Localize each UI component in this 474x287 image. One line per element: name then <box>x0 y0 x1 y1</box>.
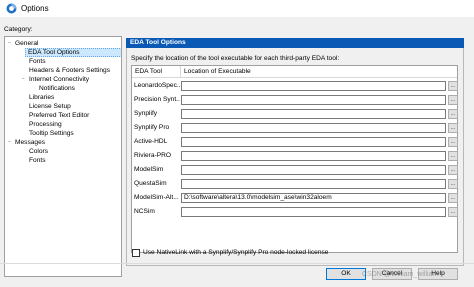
executable-path-input[interactable]: D:\software\altera\13.0\modelsim_ase\win… <box>181 193 446 203</box>
column-header-eda-tool: EDA Tool <box>132 66 181 78</box>
tree-item-internet-connectivity[interactable]: Internet Connectivity <box>27 75 91 84</box>
executable-path-input[interactable] <box>181 95 446 105</box>
executable-path-input[interactable] <box>181 137 446 147</box>
browse-button[interactable]: ... <box>448 95 458 105</box>
executable-path-input[interactable] <box>181 207 446 217</box>
executable-path-input[interactable] <box>181 123 446 133</box>
tree-item-eda-tool-options[interactable]: EDA Tool Options <box>25 48 121 57</box>
browse-button[interactable]: ... <box>448 193 458 203</box>
browse-button[interactable]: ... <box>448 165 458 175</box>
tree-item-preferred-text-editor[interactable]: Preferred Text Editor <box>27 111 91 120</box>
watermark: CSDN @William_william <box>362 271 439 278</box>
app-icon <box>6 3 17 14</box>
executable-path-input[interactable] <box>181 165 446 175</box>
nativelink-checkbox[interactable] <box>132 249 140 257</box>
eda-tool-options-panel: Specify the location of the tool executa… <box>126 48 464 266</box>
panel-header: EDA Tool Options <box>126 38 464 48</box>
tool-name: QuestaSim <box>134 180 167 187</box>
tool-name: ModelSim <box>134 166 164 173</box>
executable-path-input[interactable] <box>181 81 446 91</box>
tool-name: Precision Synt... <box>134 96 180 103</box>
browse-button[interactable]: ... <box>448 123 458 133</box>
tree-item-libraries[interactable]: Libraries <box>27 93 56 102</box>
tree-item-messages-fonts[interactable]: Fonts <box>27 156 48 165</box>
browse-button[interactable]: ... <box>448 179 458 189</box>
column-header-location: Location of Executable <box>181 66 457 78</box>
tree-item-processing[interactable]: Processing <box>27 120 64 129</box>
tool-name: Synplify Pro <box>134 124 170 131</box>
ok-button[interactable]: OK <box>326 268 366 280</box>
executable-path-input[interactable] <box>181 109 446 119</box>
tree-item-headers-footers[interactable]: Headers & Footers Settings <box>27 66 112 75</box>
nativelink-checkbox-label[interactable]: Use NativeLink with a Synplify/Synplify … <box>143 248 328 258</box>
tool-name: Synplify <box>134 110 158 117</box>
tree-item-tooltip-settings[interactable]: Tooltip Settings <box>27 129 76 138</box>
collapse-icon[interactable]: − <box>6 138 13 147</box>
collapse-icon[interactable]: − <box>6 39 13 48</box>
category-label: Category: <box>4 26 33 33</box>
tree-item-colors[interactable]: Colors <box>27 147 50 156</box>
footer-divider <box>0 263 474 264</box>
title-bar: Options <box>0 0 474 17</box>
browse-button[interactable]: ... <box>448 151 458 161</box>
browse-button[interactable]: ... <box>448 81 458 91</box>
tool-name: ModelSim-Alt... <box>134 194 179 201</box>
browse-button[interactable]: ... <box>448 207 458 217</box>
tree-item-messages[interactable]: Messages <box>13 138 47 147</box>
tool-name: Riviera-PRO <box>134 152 172 159</box>
tree-item-general[interactable]: General <box>13 39 40 48</box>
browse-button[interactable]: ... <box>448 109 458 119</box>
tree-item-license-setup[interactable]: License Setup <box>27 102 73 111</box>
tool-name: Active-HDL <box>134 138 168 145</box>
tool-name: LeonardoSpec... <box>134 82 180 89</box>
tool-name: NCSim <box>134 208 155 215</box>
collapse-icon[interactable]: − <box>20 75 27 84</box>
tree-item-fonts[interactable]: Fonts <box>27 57 48 66</box>
browse-button[interactable]: ... <box>448 137 458 147</box>
panel-description: Specify the location of the tool executa… <box>131 55 340 62</box>
eda-tool-table: EDA Tool Location of Executable Leonardo… <box>131 65 458 253</box>
window-title: Options <box>21 4 49 13</box>
executable-path-input[interactable] <box>181 151 446 161</box>
executable-path-input[interactable] <box>181 179 446 189</box>
tree-item-notifications[interactable]: Notifications <box>37 84 77 93</box>
category-tree[interactable]: − General EDA Tool Options Fonts Headers… <box>4 36 122 277</box>
